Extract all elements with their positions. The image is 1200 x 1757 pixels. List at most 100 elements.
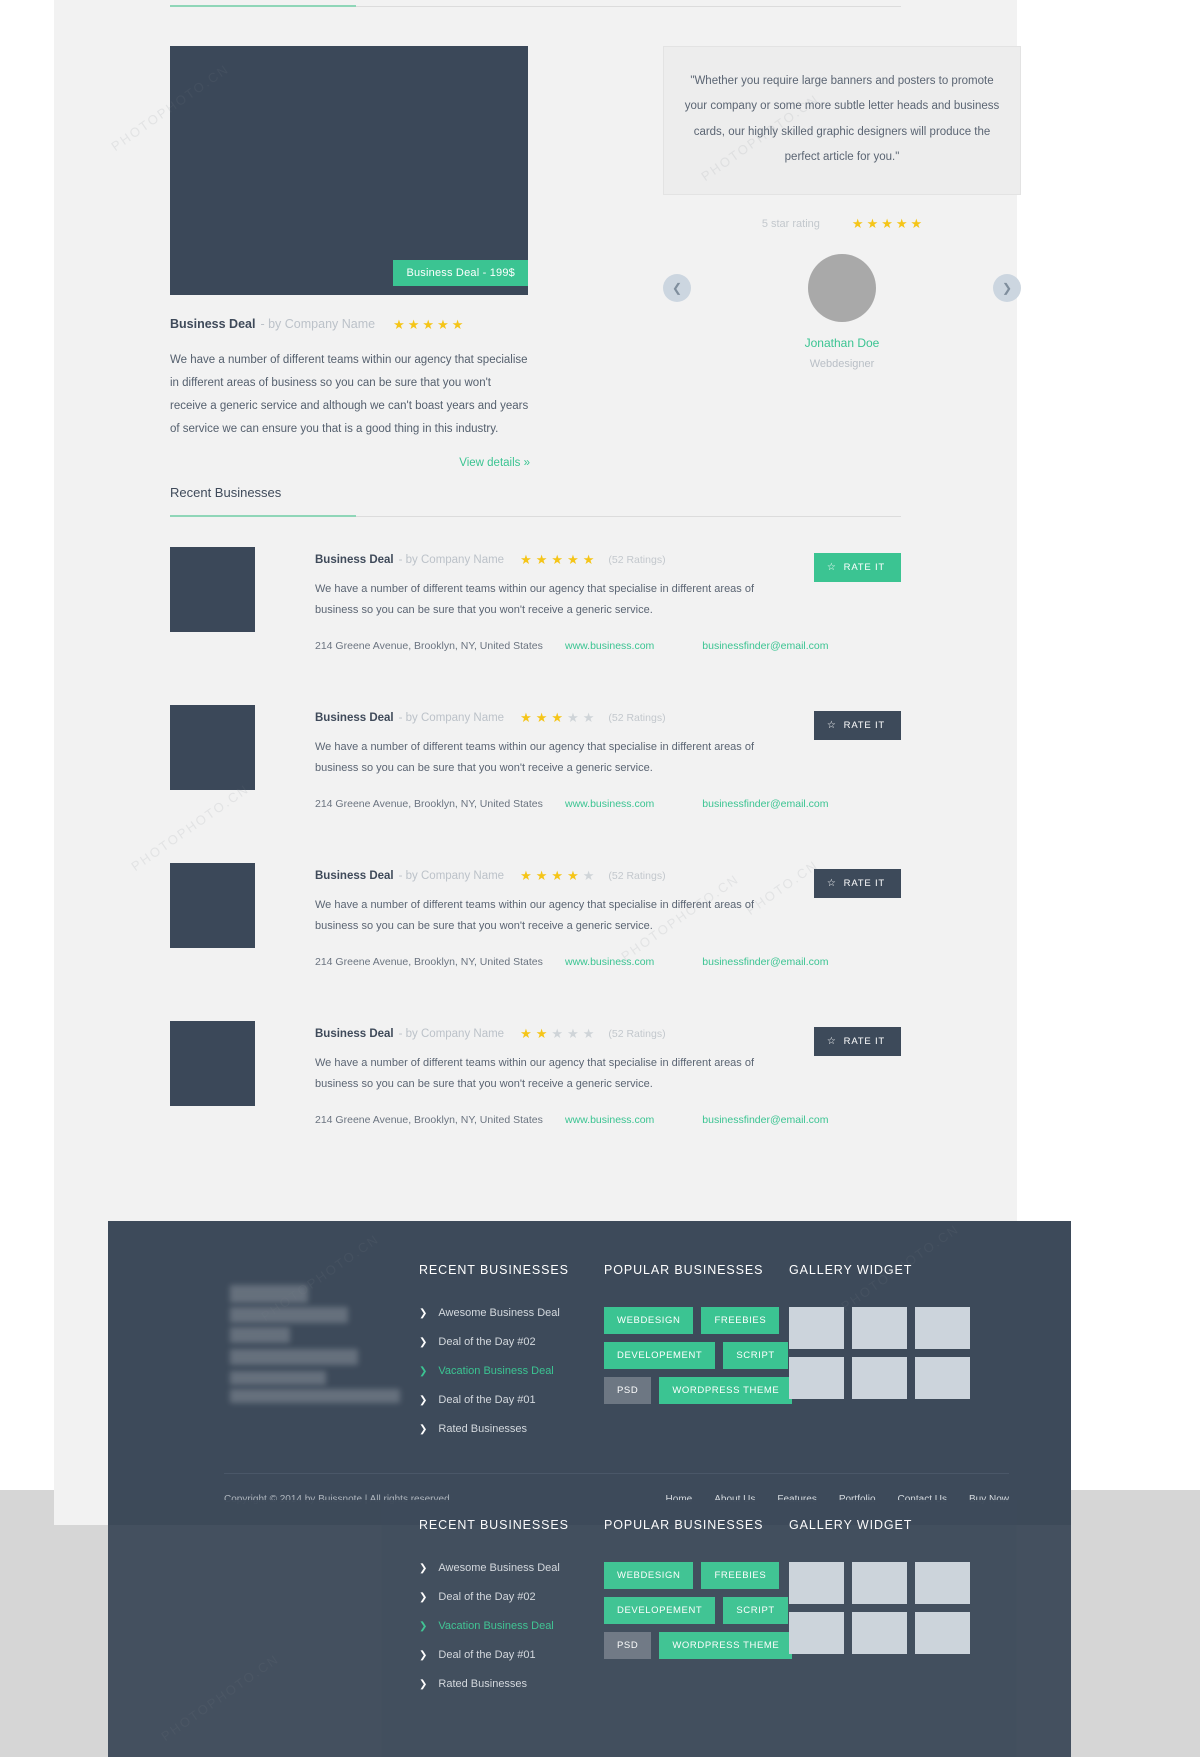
footer-link-label: Vacation Business Deal: [438, 1365, 554, 1377]
chevron-right-icon: ❯: [419, 1394, 428, 1406]
tag-2[interactable]: DEVELOPEMENT: [604, 1342, 716, 1369]
gallery-thumb-2[interactable]: [915, 1307, 970, 1349]
star-icon: ★: [567, 868, 579, 883]
star-icon: ★: [582, 710, 595, 725]
testimonial-block: "Whether you require large banners and p…: [663, 46, 1021, 389]
business-company: - by Company Name: [398, 1027, 505, 1040]
footer-link-2[interactable]: ❯ Vacation Business Deal: [419, 1365, 604, 1377]
footer-columns: RECENT BUSINESSES ❯ Awesome Business Deal…: [108, 1221, 1071, 1452]
business-thumbnail[interactable]: [170, 1021, 255, 1106]
recent-businesses-section: Recent Businesses Business Deal - by Comp…: [170, 485, 901, 1179]
ghost-tag-cloud: WEBDESIGN FREEBIES DEVELOPEMENT SCRIPT PSD WO…: [604, 1562, 794, 1659]
star-icon: ★: [895, 216, 908, 232]
business-title: Business Deal: [315, 711, 394, 724]
tag-5[interactable]: WORDPRESS THEME: [659, 1377, 793, 1404]
star-icon: ★: [910, 216, 923, 232]
table-row: Business Deal - by Company Name ★ ★ ★ ★ ★ (52 R…: [170, 1021, 901, 1146]
rate-it-button[interactable]: ☆ RATE IT: [813, 1027, 901, 1056]
ghost-gallery-grid: [789, 1562, 974, 1654]
business-title: Business Deal: [315, 869, 394, 882]
rate-it-button[interactable]: ☆ RATE IT: [813, 869, 901, 898]
footer-logo-block: [224, 1263, 419, 1452]
business-email-link[interactable]: businessfinder@email.com: [702, 798, 828, 810]
business-email-link[interactable]: businessfinder@email.com: [702, 1114, 828, 1126]
footer-link-4[interactable]: ❯ Rated Businesses: [419, 1678, 604, 1690]
business-email-link[interactable]: businessfinder@email.com: [702, 640, 828, 652]
tag-4[interactable]: PSD: [604, 1632, 652, 1659]
tag-2[interactable]: DEVELOPEMENT: [604, 1597, 716, 1624]
business-star-rating: ★ ★ ★ ★ ★: [520, 711, 594, 724]
star-icon: ★: [851, 216, 864, 232]
business-address: 214 Greene Avenue, Brooklyn, NY, United …: [315, 955, 543, 968]
rate-it-button[interactable]: ☆ RATE IT: [813, 553, 901, 582]
gallery-thumb-3[interactable]: [789, 1357, 844, 1399]
gallery-thumb-3[interactable]: [789, 1612, 844, 1654]
gallery-thumb-0[interactable]: [789, 1562, 844, 1604]
gallery-thumb-4[interactable]: [852, 1357, 907, 1399]
star-icon: ★: [582, 1026, 595, 1041]
star-icon: ★: [451, 316, 464, 332]
testimonial-star-rating: ★ ★ ★ ★ ★: [852, 217, 922, 230]
footer-link-label: Rated Businesses: [438, 1678, 528, 1690]
business-website-link[interactable]: www.business.com: [565, 640, 654, 652]
gallery-thumb-0[interactable]: [789, 1307, 844, 1349]
tag-0[interactable]: WEBDESIGN: [604, 1562, 694, 1589]
footer-link-label: Deal of the Day #02: [438, 1591, 536, 1603]
tag-4[interactable]: PSD: [604, 1377, 652, 1404]
tag-3[interactable]: SCRIPT: [723, 1342, 788, 1369]
footer-link-label: Deal of the Day #02: [438, 1336, 536, 1348]
gallery-thumb-1[interactable]: [852, 1562, 907, 1604]
featured-price-badge: Business Deal - 199$: [393, 260, 528, 286]
business-contact-row: 214 Greene Avenue, Brooklyn, NY, United …: [315, 956, 901, 968]
star-icon: ★: [535, 1026, 548, 1041]
tag-3[interactable]: SCRIPT: [723, 1597, 788, 1624]
star-outline-icon: ☆: [826, 878, 837, 889]
business-website-link[interactable]: www.business.com: [565, 956, 654, 968]
business-email-link[interactable]: businessfinder@email.com: [702, 956, 828, 968]
business-thumbnail[interactable]: [170, 863, 255, 948]
business-website-link[interactable]: www.business.com: [565, 1114, 654, 1126]
gallery-thumb-4[interactable]: [852, 1612, 907, 1654]
footer-link-0[interactable]: ❯ Awesome Business Deal: [419, 1562, 604, 1574]
footer-link-1[interactable]: ❯ Deal of the Day #02: [419, 1591, 604, 1603]
footer-popular-title: POPULAR BUSINESSES: [604, 1263, 764, 1277]
top-divider-accent: [170, 5, 356, 7]
business-list: Business Deal - by Company Name ★ ★ ★ ★ ★ (52 R…: [170, 547, 901, 1146]
gallery-thumb-5[interactable]: [915, 1612, 970, 1654]
footer-link-1[interactable]: ❯ Deal of the Day #02: [419, 1336, 604, 1348]
table-row: Business Deal - by Company Name ★ ★ ★ ★ ★ (52 R…: [170, 547, 901, 672]
tag-0[interactable]: WEBDESIGN: [604, 1307, 694, 1334]
star-icon: ★: [535, 868, 548, 883]
footer-link-3[interactable]: ❯ Deal of the Day #01: [419, 1394, 604, 1406]
footer-link-4[interactable]: ❯ Rated Businesses: [419, 1423, 604, 1435]
star-icon: ★: [582, 552, 595, 567]
business-description: We have a number of different teams with…: [315, 899, 755, 933]
gallery-thumb-1[interactable]: [852, 1307, 907, 1349]
business-website-link[interactable]: www.business.com: [565, 798, 654, 810]
rate-it-label: RATE IT: [843, 1036, 885, 1047]
gallery-thumb-2[interactable]: [915, 1562, 970, 1604]
star-outline-icon: ☆: [826, 1036, 837, 1047]
chevron-right-icon: ❯: [419, 1620, 428, 1632]
tag-1[interactable]: FREEBIES: [701, 1307, 780, 1334]
star-icon: ★: [393, 316, 405, 332]
chevron-right-icon[interactable]: ❯: [993, 274, 1021, 303]
star-outline-icon: ☆: [826, 562, 837, 573]
footer-link-3[interactable]: ❯ Deal of the Day #01: [419, 1649, 604, 1661]
gallery-thumb-5[interactable]: [915, 1357, 970, 1399]
business-rating-count: (52 Ratings): [608, 553, 666, 566]
testimonial-quote: "Whether you require large banners and p…: [663, 46, 1021, 196]
business-thumbnail[interactable]: [170, 547, 255, 632]
chevron-left-icon[interactable]: ❮: [663, 274, 691, 303]
footer-link-0[interactable]: ❯ Awesome Business Deal: [419, 1307, 604, 1319]
chevron-right-icon: ❯: [419, 1336, 428, 1348]
rate-it-button[interactable]: ☆ RATE IT: [813, 711, 901, 740]
tag-5[interactable]: WORDPRESS THEME: [659, 1632, 793, 1659]
business-thumbnail[interactable]: [170, 705, 255, 790]
star-icon: ★: [520, 868, 532, 883]
featured-view-details-link[interactable]: View details »: [459, 457, 530, 469]
featured-image[interactable]: Business Deal - 199$: [170, 46, 528, 295]
tag-1[interactable]: FREEBIES: [701, 1562, 780, 1589]
footer-link-2[interactable]: ❯ Vacation Business Deal: [419, 1620, 604, 1632]
business-contact-row: 214 Greene Avenue, Brooklyn, NY, United …: [315, 1114, 901, 1126]
